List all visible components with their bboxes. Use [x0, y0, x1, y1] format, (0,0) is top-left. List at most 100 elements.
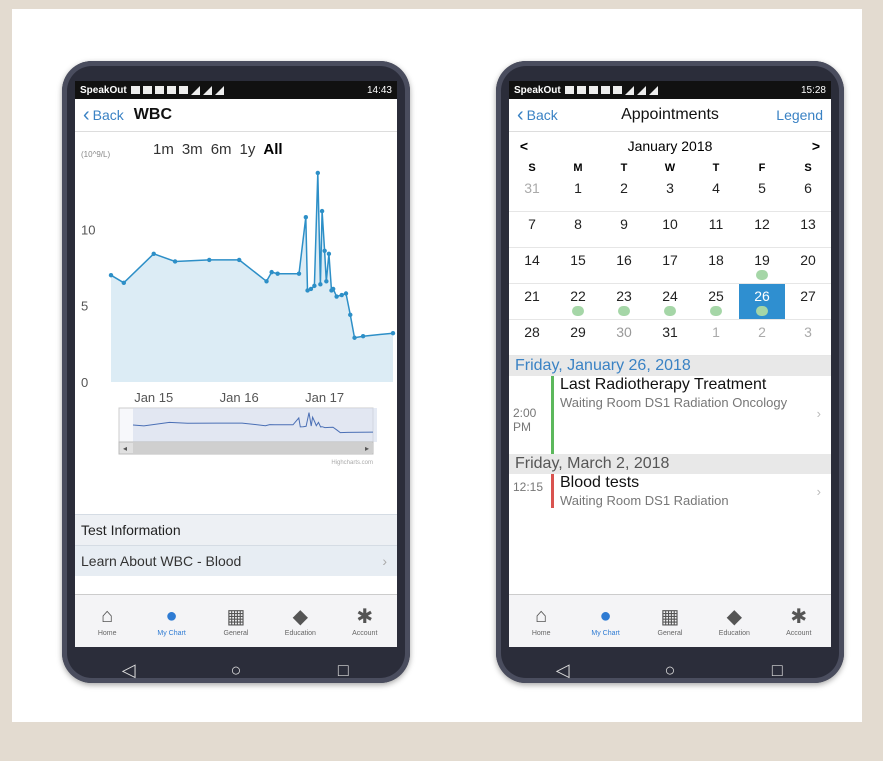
calendar-day[interactable]: 1	[693, 320, 739, 356]
calendar-day[interactable]: 11	[693, 212, 739, 248]
calendar-day[interactable]: 3	[785, 320, 831, 356]
data-point[interactable]	[334, 294, 339, 299]
learn-about-link[interactable]: Learn About WBC - Blood ›	[75, 545, 397, 576]
navigator-scroll-thumb[interactable]	[133, 443, 373, 453]
legend-button[interactable]: Legend	[776, 107, 823, 123]
android-home-button[interactable]: ○	[650, 660, 690, 681]
tab-my-chart[interactable]: ● My Chart	[576, 605, 636, 638]
data-point[interactable]	[348, 312, 353, 318]
data-point[interactable]	[322, 248, 327, 253]
data-point[interactable]	[151, 251, 156, 257]
data-point[interactable]	[352, 335, 357, 340]
data-point[interactable]	[264, 279, 269, 284]
data-point[interactable]	[319, 208, 325, 214]
calendar-day[interactable]: 9	[601, 212, 647, 248]
calendar-day[interactable]: 25	[693, 284, 739, 320]
calendar-day[interactable]: 14	[509, 248, 555, 284]
scroll-left-icon[interactable]: ◂	[123, 444, 127, 453]
tab-home[interactable]: ⌂ Home	[77, 605, 137, 638]
calendar-day[interactable]: 19	[739, 248, 785, 284]
data-point[interactable]	[315, 170, 320, 176]
data-point[interactable]	[236, 257, 242, 263]
android-recents-button[interactable]: □	[323, 660, 363, 681]
back-button[interactable]: ‹ Back	[517, 105, 558, 125]
range-all[interactable]: All	[263, 141, 282, 158]
calendar-day[interactable]: 2	[601, 176, 647, 212]
calendar-day[interactable]: 7	[509, 212, 555, 248]
tab-education[interactable]: ◆ Education	[270, 605, 330, 638]
data-point[interactable]	[318, 282, 323, 287]
calendar-day[interactable]: 17	[647, 248, 693, 284]
tab-general[interactable]: ▦ General	[206, 605, 266, 638]
calendar-day[interactable]: 12	[739, 212, 785, 248]
prev-month-button[interactable]: <	[517, 138, 531, 154]
calendar-day[interactable]: 31	[647, 320, 693, 356]
calendar-day[interactable]: 31	[509, 176, 555, 212]
data-point[interactable]	[312, 283, 317, 289]
calendar-day[interactable]: 22	[555, 284, 601, 320]
data-point[interactable]	[269, 269, 274, 275]
range-selector: (10^9/L) 1m 3m 6m 1y All	[75, 132, 397, 166]
data-point[interactable]	[303, 215, 309, 220]
calendar-day[interactable]: 2	[739, 320, 785, 356]
data-point[interactable]	[330, 286, 336, 292]
tab-home[interactable]: ⌂ Home	[511, 605, 571, 638]
tab-account[interactable]: ✱ Account	[769, 605, 829, 638]
data-point[interactable]	[390, 330, 396, 336]
calendar-day[interactable]: 1	[555, 176, 601, 212]
android-nav-bar: ◁ ○ □	[509, 647, 831, 693]
range-6m[interactable]: 6m	[211, 141, 232, 158]
calendar-day[interactable]: 13	[785, 212, 831, 248]
data-point[interactable]	[343, 291, 349, 296]
data-point[interactable]	[339, 292, 344, 298]
calendar-day[interactable]: 29	[555, 320, 601, 356]
tab-education[interactable]: ◆ Education	[704, 605, 764, 638]
android-home-button[interactable]: ○	[216, 660, 256, 681]
calendar-day[interactable]: 18	[693, 248, 739, 284]
tab-account[interactable]: ✱ Account	[335, 605, 395, 638]
range-3m[interactable]: 3m	[182, 141, 203, 158]
notification-icon	[142, 86, 152, 94]
calendar-day[interactable]: 20	[785, 248, 831, 284]
calendar-day[interactable]: 28	[509, 320, 555, 356]
appointment-item[interactable]: 12:15 Blood tests Waiting Room DS1 Radiati…	[509, 474, 831, 508]
range-1m[interactable]: 1m	[153, 141, 174, 158]
day-number: 26	[754, 288, 770, 304]
calendar-day[interactable]: 27	[785, 284, 831, 320]
calendar-day[interactable]: 21	[509, 284, 555, 320]
data-point[interactable]	[121, 280, 127, 286]
image-frame: SpeakOut 14:43 ‹ Back WBC (10^9/L) 1m 3m…	[12, 9, 862, 722]
calendar-day[interactable]: 5	[739, 176, 785, 212]
tab-general[interactable]: ▦ General	[640, 605, 700, 638]
data-point[interactable]	[360, 334, 366, 339]
next-month-button[interactable]: >	[809, 138, 823, 154]
calendar-day[interactable]: 15	[555, 248, 601, 284]
calendar-day[interactable]: 4	[693, 176, 739, 212]
calendar-day[interactable]: 23	[601, 284, 647, 320]
data-point[interactable]	[324, 279, 329, 284]
data-point[interactable]	[275, 271, 280, 276]
chart-navigator[interactable]: ◂ ▸ Highcharts.com	[75, 404, 397, 468]
range-1y[interactable]: 1y	[240, 141, 256, 158]
data-point[interactable]	[207, 257, 212, 263]
appointment-item[interactable]: 2:00 PM Last Radiotherapy Treatment Waitin…	[509, 376, 831, 454]
calendar-day[interactable]: 16	[601, 248, 647, 284]
calendar-day[interactable]: 24	[647, 284, 693, 320]
calendar-day[interactable]: 8	[555, 212, 601, 248]
calendar-day[interactable]: 30	[601, 320, 647, 356]
data-point[interactable]	[172, 259, 178, 264]
calendar-day[interactable]: 6	[785, 176, 831, 212]
android-recents-button[interactable]: □	[757, 660, 797, 681]
calendar-day[interactable]: 3	[647, 176, 693, 212]
scroll-right-icon[interactable]: ▸	[365, 444, 369, 453]
android-back-button[interactable]: ◁	[543, 660, 583, 681]
data-point[interactable]	[308, 286, 314, 292]
calendar-day[interactable]: 26	[739, 284, 785, 320]
calendar-day[interactable]: 10	[647, 212, 693, 248]
android-back-button[interactable]: ◁	[109, 660, 149, 681]
data-point[interactable]	[326, 251, 332, 257]
back-button[interactable]: ‹ Back	[83, 105, 124, 125]
tab-my-chart[interactable]: ● My Chart	[142, 605, 202, 638]
data-point[interactable]	[296, 271, 302, 276]
data-point[interactable]	[108, 272, 114, 278]
